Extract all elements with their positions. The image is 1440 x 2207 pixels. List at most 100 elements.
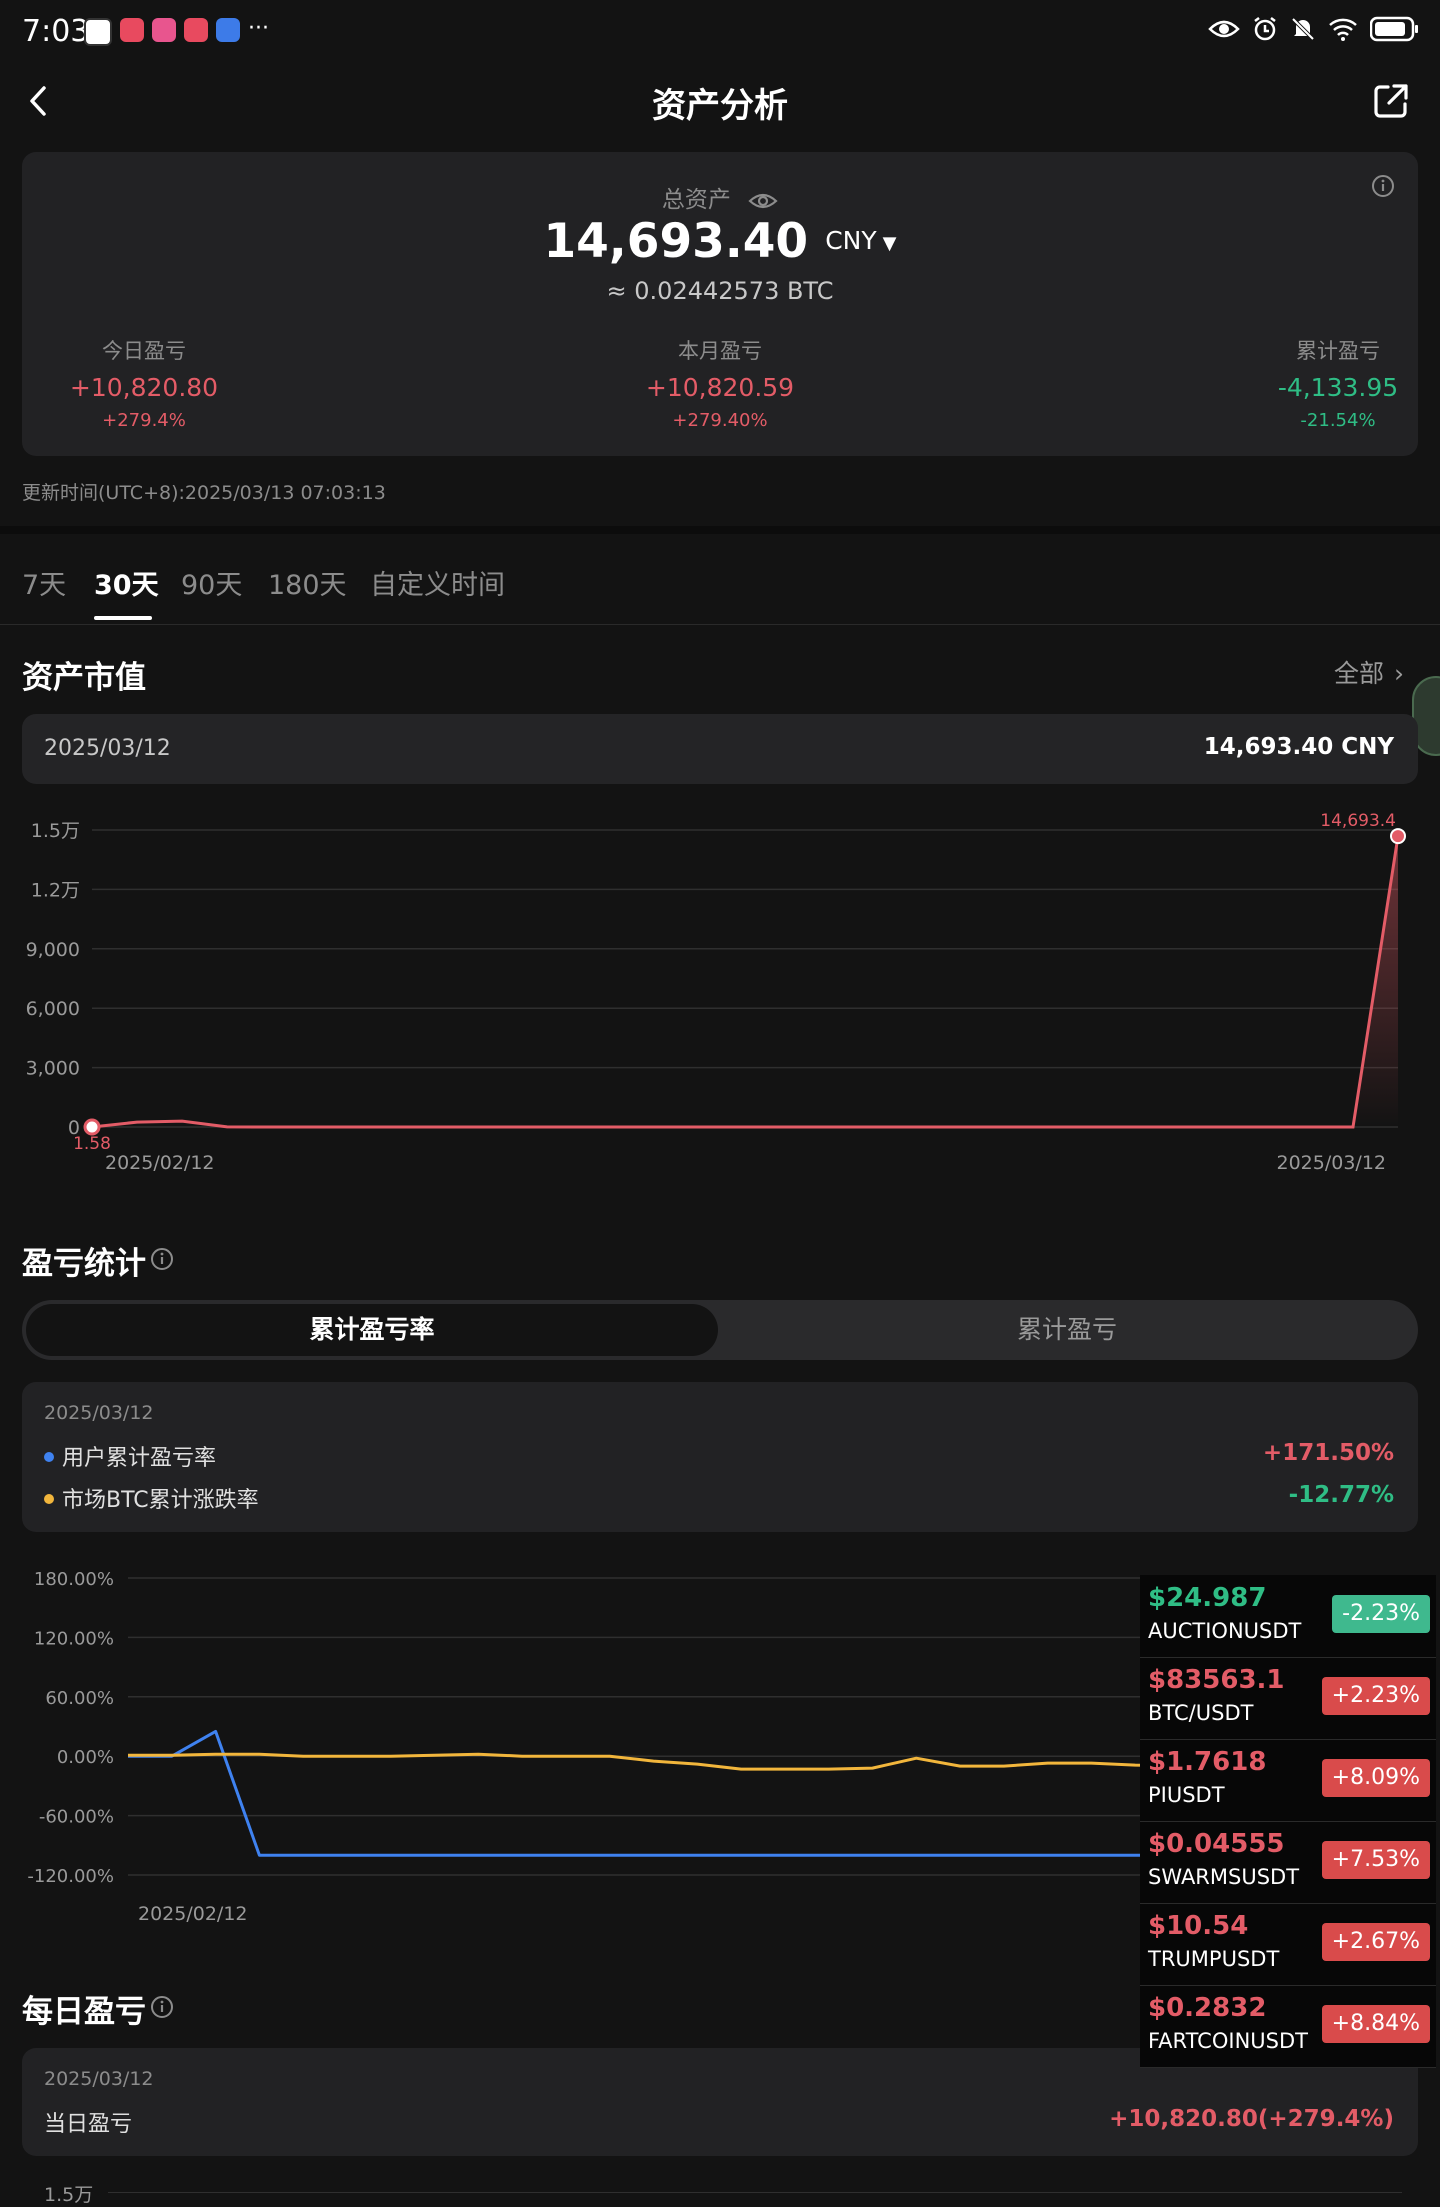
- asset-chart-ytick: 1.2万: [31, 879, 80, 901]
- penguin-app-icon: [84, 18, 112, 46]
- tab-180d[interactable]: 180天: [268, 563, 347, 602]
- divider: [0, 526, 1440, 534]
- ticker-change-badge: +8.84%: [1321, 2005, 1430, 2043]
- ticker-change-badge: +8.09%: [1321, 1759, 1430, 1797]
- ticker-price: $24.987: [1148, 1583, 1267, 1613]
- asset-chart-line: [91, 835, 1400, 1129]
- ticker-price: $10.54: [1148, 1911, 1249, 1941]
- eye-icon: [1208, 20, 1240, 38]
- caret-down-icon: ▼: [882, 233, 897, 254]
- wifi-icon: [1329, 18, 1357, 41]
- daily-chart-ytick: 1.5万: [44, 2184, 94, 2206]
- page-title: 资产分析: [652, 86, 788, 126]
- segment-cumulative-rate[interactable]: 累计盈亏率: [26, 1304, 718, 1356]
- currency-selector[interactable]: CNY ▼: [825, 226, 896, 255]
- blue-dot-icon: [44, 1452, 54, 1462]
- today-pnl: 今日盈亏 +10,820.80 +279.4%: [44, 335, 244, 431]
- asset-chart-xstart: 2025/02/12: [105, 1152, 215, 1174]
- ticker-symbol: FARTCOINUSDT: [1148, 2029, 1308, 2053]
- ticker-row[interactable]: $0.2832 FARTCOINUSDT +8.84%: [1140, 1985, 1436, 2068]
- more-notifications-icon: ···: [248, 16, 269, 41]
- mute-icon: [1291, 17, 1315, 41]
- total-asset-label: 总资产: [661, 187, 731, 213]
- btc-equivalent: ≈ 0.02442573 BTC: [606, 277, 834, 305]
- share-icon[interactable]: [1372, 82, 1410, 120]
- total-asset-value-row: 14,693.40 CNY ▼: [0, 214, 1440, 269]
- asset-chart-ytick: 9,000: [26, 939, 80, 961]
- asset-chart-ytick: 1.5万: [31, 820, 80, 842]
- rate-chart-xstart: 2025/02/12: [138, 1903, 248, 1925]
- ticker-symbol: SWARMSUSDT: [1148, 1865, 1300, 1889]
- price-ticker-overlay: $24.987 AUCTIONUSDT -2.23% $83563.1 BTC/USDT…: [1140, 1575, 1436, 2068]
- ticker-symbol: TRUMPUSDT: [1148, 1947, 1280, 1971]
- rate-chart-ytick: -120.00%: [27, 1866, 114, 1887]
- update-time: 更新时间(UTC+8):2025/03/13 07:03:13: [22, 482, 386, 504]
- user-rate-value: +171.50%: [1262, 1440, 1394, 1466]
- daily-chart-gridline: [108, 2192, 1402, 2193]
- view-all-label: 全部: [1334, 659, 1385, 688]
- asset-value-chart: 1.5万1.2万9,0006,0003,00001.5814,693.42025…: [26, 811, 1406, 1174]
- ticker-change-badge: +2.67%: [1321, 1923, 1430, 1961]
- currency-label: CNY: [825, 226, 877, 255]
- browser-app-icon: [216, 18, 240, 42]
- ticker-row[interactable]: $10.54 TRUMPUSDT +2.67%: [1140, 1903, 1436, 1986]
- pnl-stats-title: 盈亏统计: [22, 1246, 146, 1282]
- cumulative-pnl-value: -4,133.95: [1277, 373, 1399, 402]
- asset-value-amount: 14,693.40 CNY: [1203, 734, 1394, 760]
- daily-info-icon[interactable]: [150, 1995, 174, 2019]
- month-pnl-label: 本月盈亏: [678, 339, 762, 363]
- ticker-price: $83563.1: [1148, 1665, 1285, 1695]
- asset-value-title: 资产市值: [22, 660, 146, 696]
- total-asset-row: 总资产: [0, 180, 1440, 214]
- ticker-symbol: BTC/USDT: [1148, 1701, 1254, 1725]
- rate-chart-ytick: 60.00%: [45, 1688, 114, 1709]
- ticker-change-badge: +2.23%: [1321, 1677, 1430, 1715]
- ticker-price: $0.04555: [1148, 1829, 1285, 1859]
- view-all-link[interactable]: 全部 ›: [1334, 654, 1404, 690]
- ticker-row[interactable]: $0.04555 SWARMSUSDT +7.53%: [1140, 1821, 1436, 1904]
- asset-chart-xend: 2025/03/12: [1276, 1152, 1386, 1174]
- daily-pnl-date: 2025/03/12: [44, 2068, 154, 2090]
- asset-chart-max-label: 14,693.4: [1320, 811, 1396, 831]
- btc-rate-label: 市场BTC累计涨跌率: [62, 1488, 259, 1513]
- ticker-row[interactable]: $24.987 AUCTIONUSDT -2.23%: [1140, 1575, 1436, 1658]
- pnl-info-icon[interactable]: [150, 1247, 174, 1271]
- user-rate-legend: 用户累计盈亏率: [44, 1440, 216, 1472]
- ticker-symbol: PIUSDT: [1148, 1783, 1225, 1807]
- asset-chart-max-point: [1390, 828, 1406, 845]
- daily-pnl-value: +10,820.80(+279.4%): [1109, 2106, 1394, 2132]
- tab-7d[interactable]: 7天: [22, 563, 66, 602]
- today-pnl-value: +10,820.80: [69, 373, 219, 402]
- book-app-icon-2: [184, 18, 208, 42]
- cumulative-pnl: 累计盈亏 -4,133.95 -21.54%: [1238, 335, 1438, 431]
- ticker-price: $1.7618: [1148, 1747, 1267, 1777]
- ticker-row[interactable]: $83563.1 BTC/USDT +2.23%: [1140, 1657, 1436, 1740]
- chevron-right-icon: ›: [1394, 659, 1405, 688]
- visibility-eye-icon[interactable]: [748, 190, 778, 212]
- tab-custom[interactable]: 自定义时间: [370, 563, 505, 602]
- today-pnl-pct: +279.4%: [102, 410, 186, 431]
- tab-90d[interactable]: 90天: [181, 563, 242, 602]
- ticker-symbol: AUCTIONUSDT: [1148, 1619, 1302, 1643]
- user-rate-label: 用户累计盈亏率: [62, 1446, 217, 1471]
- segment-cumulative-pnl[interactable]: 累计盈亏: [720, 1304, 1414, 1356]
- book-app-icon: [120, 18, 144, 42]
- daily-pnl-title: 每日盈亏: [22, 1994, 146, 2030]
- battery-icon: [1370, 16, 1418, 42]
- status-time: 7:03: [22, 14, 90, 49]
- month-pnl-pct: +279.40%: [672, 410, 768, 431]
- tab-30d[interactable]: 30天: [94, 563, 159, 602]
- btc-rate-legend: 市场BTC累计涨跌率: [44, 1482, 259, 1514]
- rate-chart-ytick: 180.00%: [34, 1569, 114, 1590]
- asset-chart-ytick: 6,000: [26, 998, 80, 1020]
- total-asset-value: 14,693.40: [543, 214, 809, 269]
- ticker-row[interactable]: $1.7618 PIUSDT +8.09%: [1140, 1739, 1436, 1822]
- info-icon[interactable]: [1371, 174, 1395, 198]
- asset-chart-area: [92, 836, 1398, 1127]
- daily-pnl-label: 当日盈亏: [44, 2112, 133, 2137]
- asset-chart-min-label: 1.58: [73, 1134, 111, 1154]
- rate-chart-ytick: 0.00%: [57, 1747, 114, 1768]
- ticker-change-badge: +7.53%: [1321, 1841, 1430, 1879]
- month-pnl: 本月盈亏 +10,820.59 +279.40%: [620, 335, 820, 431]
- ticker-change-badge: -2.23%: [1332, 1595, 1430, 1633]
